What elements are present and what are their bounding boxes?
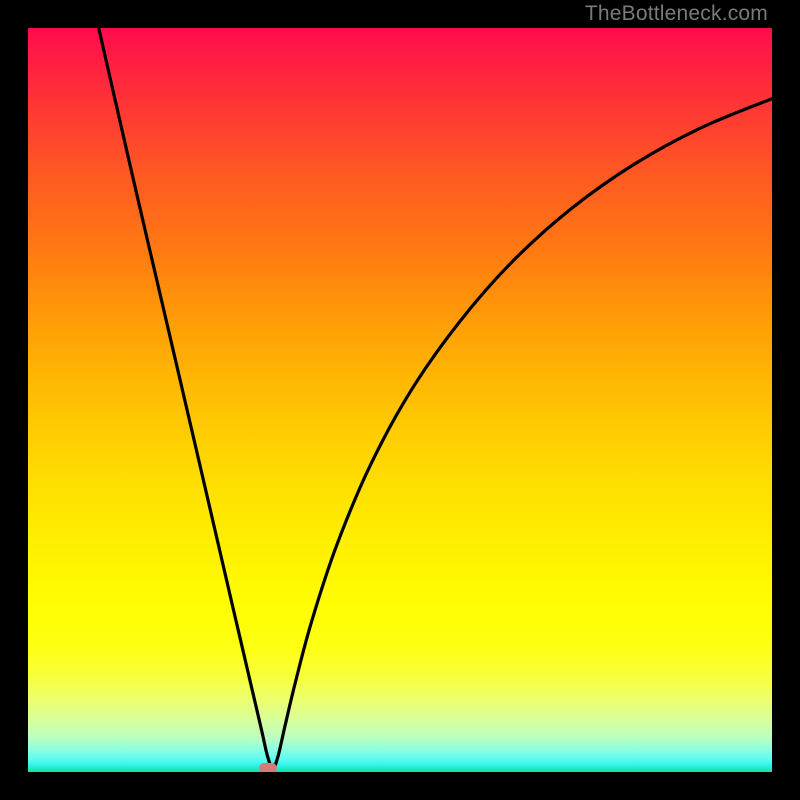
chart-frame: TheBottleneck.com <box>0 0 800 800</box>
optimal-point-marker <box>259 763 277 772</box>
curve-svg <box>28 28 772 772</box>
bottleneck-curve <box>99 28 772 768</box>
plot-area <box>28 28 772 772</box>
watermark-text: TheBottleneck.com <box>585 2 768 26</box>
